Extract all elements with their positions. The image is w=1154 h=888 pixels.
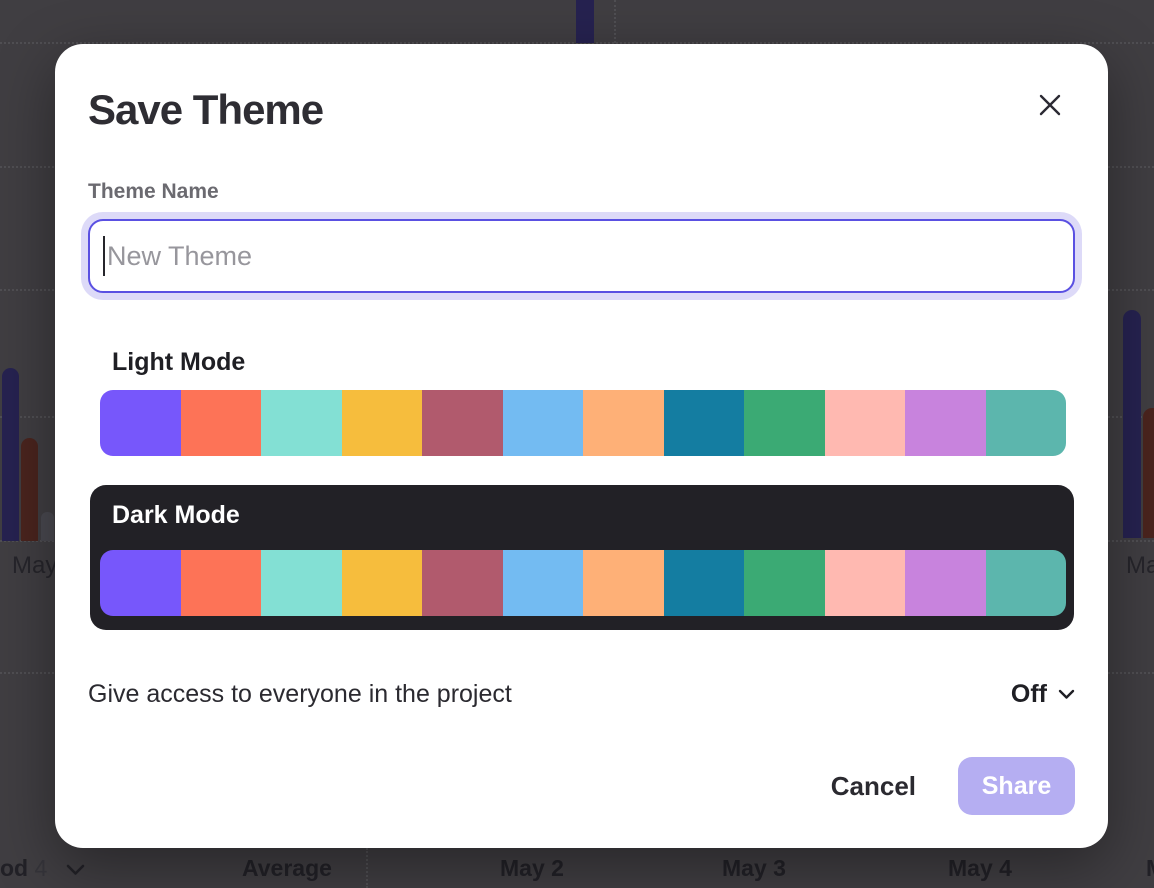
access-dropdown-value: Off [1011, 680, 1047, 709]
close-icon [1038, 93, 1062, 117]
x-axis-label-may2: May 2 [500, 855, 564, 882]
palette-swatch [744, 390, 825, 456]
x-axis-label-may-left: May [12, 552, 57, 580]
x-axis-label-average: Average [242, 855, 332, 882]
access-row: Give access to everyone in the project O… [88, 680, 1075, 709]
bar-red-left [21, 438, 38, 541]
palette-swatch [905, 550, 986, 616]
share-button[interactable]: Share [958, 757, 1075, 815]
palette-swatch [583, 550, 664, 616]
save-theme-dialog: Save Theme Theme Name Light Mode Dark Mo… [55, 44, 1108, 848]
palette-swatch [825, 550, 906, 616]
palette-swatch [261, 550, 342, 616]
chevron-down-icon [1058, 689, 1075, 700]
palette-swatch [986, 390, 1067, 456]
palette-swatch [825, 390, 906, 456]
dark-mode-palette [100, 550, 1066, 616]
dialog-actions: Cancel Share [88, 757, 1075, 815]
dark-mode-label: Dark Mode [112, 501, 1066, 530]
x-axis-label-may3: May 3 [722, 855, 786, 882]
palette-swatch [744, 550, 825, 616]
palette-swatch [422, 550, 503, 616]
theme-name-label: Theme Name [88, 180, 1075, 204]
palette-swatch [342, 390, 423, 456]
theme-name-input[interactable] [88, 219, 1075, 293]
palette-swatch [100, 390, 181, 456]
bar-red-right [1143, 408, 1154, 538]
light-mode-palette [100, 390, 1066, 456]
palette-swatch [905, 390, 986, 456]
close-button[interactable] [1032, 87, 1068, 123]
palette-swatch [261, 390, 342, 456]
x-axis-label-right-partial: M [1146, 855, 1154, 882]
bar-navy-top [576, 0, 594, 43]
palette-swatch [503, 390, 584, 456]
access-dropdown[interactable]: Off [1011, 680, 1075, 709]
palette-swatch [342, 550, 423, 616]
palette-swatch [664, 390, 745, 456]
bar-navy-left [2, 368, 19, 541]
gridline-vertical [366, 848, 368, 888]
palette-swatch [986, 550, 1067, 616]
period-dropdown-number: 4 [35, 855, 48, 881]
palette-swatch [181, 550, 262, 616]
dark-mode-card: Dark Mode [90, 485, 1074, 630]
dialog-title: Save Theme [88, 86, 1075, 134]
period-dropdown[interactable]: od 4 [0, 855, 85, 882]
x-axis-label-may-right: Ma [1126, 552, 1154, 580]
palette-swatch [583, 390, 664, 456]
palette-swatch [664, 550, 745, 616]
palette-swatch [100, 550, 181, 616]
access-label: Give access to everyone in the project [88, 680, 512, 709]
palette-swatch [181, 390, 262, 456]
gridline-vertical [614, 0, 616, 43]
chevron-down-icon [66, 864, 85, 876]
light-mode-label: Light Mode [112, 348, 1075, 377]
period-dropdown-label: od [0, 855, 28, 881]
text-caret [103, 236, 105, 276]
theme-name-input-wrap [88, 219, 1075, 293]
cancel-button[interactable]: Cancel [831, 771, 916, 802]
bar-grey-left [41, 512, 54, 541]
palette-swatch [422, 390, 503, 456]
x-axis-label-may4: May 4 [948, 855, 1012, 882]
bar-navy-right [1123, 310, 1141, 538]
palette-swatch [503, 550, 584, 616]
